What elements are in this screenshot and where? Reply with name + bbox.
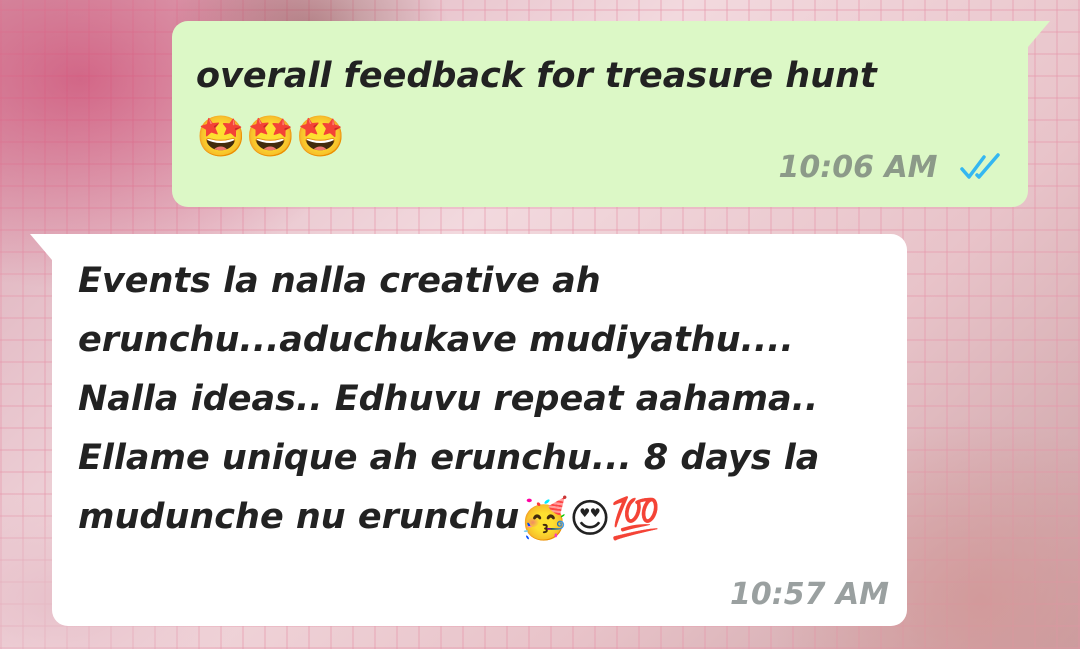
bubble-tail xyxy=(30,234,52,260)
party-face-heart-eyes-hundred-emoji-icon: 🥳😍💯 xyxy=(519,496,661,542)
star-struck-emoji-icon: 🤩🤩🤩 xyxy=(196,114,346,160)
message-text: Events la nalla creative ah erunchu...ad… xyxy=(78,252,878,549)
message-meta: 10:57 AM xyxy=(730,577,889,612)
message-body: overall feedback for treasure hunt xyxy=(196,56,877,96)
message-bubble-incoming[interactable]: Events la nalla creative ah erunchu...ad… xyxy=(30,234,907,626)
message-meta: 10:06 AM xyxy=(779,150,1004,189)
message-time: 10:57 AM xyxy=(729,577,889,612)
message-bubble-outgoing[interactable]: overall feedback for treasure hunt 🤩🤩🤩 10… xyxy=(172,21,1050,207)
message-body: Events la nalla creative ah erunchu...ad… xyxy=(78,261,820,537)
message-text: overall feedback for treasure hunt 🤩🤩🤩 xyxy=(196,47,966,167)
message-time: 10:06 AM xyxy=(778,150,938,185)
double-check-read-icon xyxy=(960,151,1004,189)
bubble-tail xyxy=(1028,21,1050,47)
